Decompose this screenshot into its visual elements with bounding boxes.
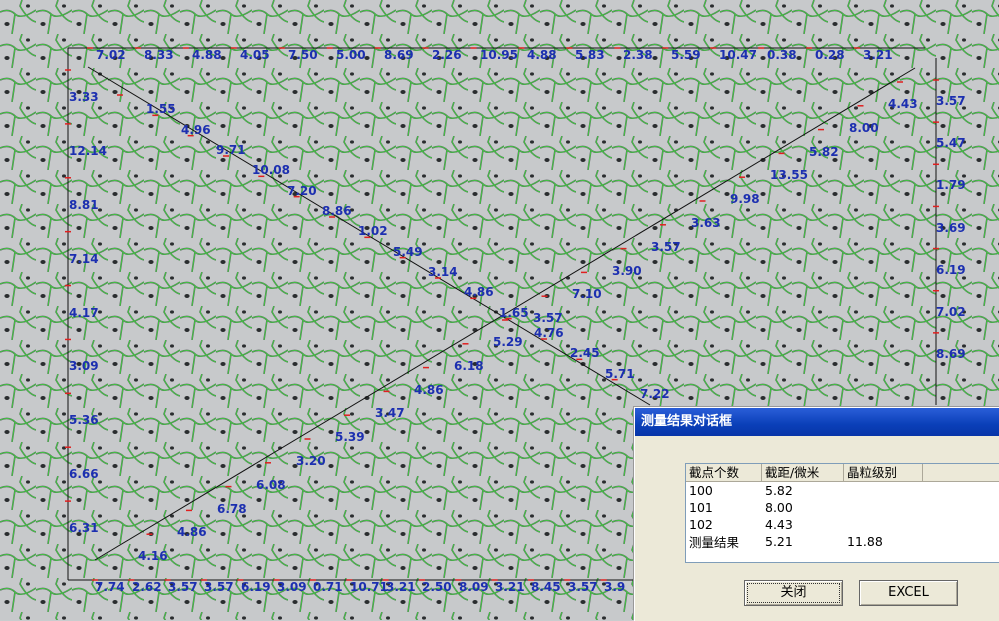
dialog-title[interactable]: 测量结果对话框 bbox=[635, 408, 999, 436]
result-table: 截点个数 截距/微米 晶粒级别 100 5.82 101 8.00 102 4.… bbox=[685, 463, 999, 563]
cell-result-grade: 11.88 bbox=[847, 534, 883, 549]
close-button[interactable]: 关闭 bbox=[744, 580, 843, 606]
table-row[interactable]: 100 5.82 bbox=[686, 482, 999, 499]
cell-length: 5.82 bbox=[765, 483, 793, 498]
header-intercept-count[interactable]: 截点个数 bbox=[686, 464, 762, 482]
header-intercept-length[interactable]: 截距/微米 bbox=[762, 464, 844, 482]
table-row-result[interactable]: 测量结果 5.21 11.88 bbox=[686, 533, 999, 550]
cell-result-label: 测量结果 bbox=[689, 535, 740, 550]
excel-export-button[interactable]: EXCEL bbox=[859, 580, 958, 606]
cell-count: 100 bbox=[689, 483, 713, 498]
table-header: 截点个数 截距/微米 晶粒级别 bbox=[686, 464, 999, 482]
header-empty bbox=[923, 464, 999, 482]
cell-count: 102 bbox=[689, 517, 713, 532]
cell-result-length: 5.21 bbox=[765, 534, 793, 549]
table-row[interactable]: 102 4.43 bbox=[686, 516, 999, 533]
cell-length: 8.00 bbox=[765, 500, 793, 515]
cell-length: 4.43 bbox=[765, 517, 793, 532]
table-row[interactable]: 101 8.00 bbox=[686, 499, 999, 516]
cell-count: 101 bbox=[689, 500, 713, 515]
header-grain-grade[interactable]: 晶粒级别 bbox=[844, 464, 923, 482]
measurement-result-dialog: 测量结果对话框 截点个数 截距/微米 晶粒级别 100 5.82 101 8.0… bbox=[634, 407, 999, 621]
